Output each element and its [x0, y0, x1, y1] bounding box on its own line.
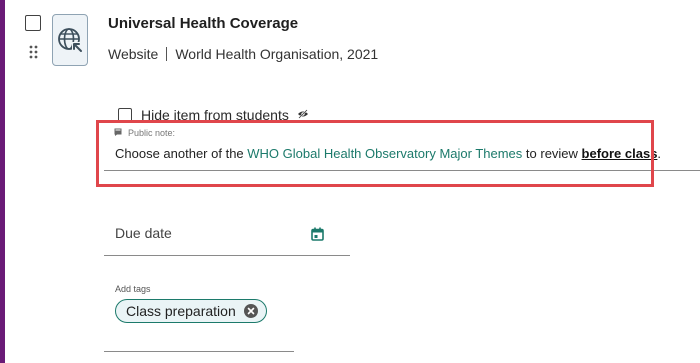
note-icon — [114, 128, 122, 138]
hide-item-label: Hide item from students — [141, 107, 289, 123]
resource-meta: Website World Health Organisation, 2021 — [108, 46, 378, 62]
note-text-middle: to review — [522, 146, 582, 161]
eye-off-icon — [297, 106, 309, 124]
public-note-label: Public note: — [128, 128, 176, 138]
resource-type: Website — [108, 46, 159, 62]
hide-item-row[interactable]: Hide item from students — [118, 106, 309, 124]
who-themes-link[interactable]: WHO Global Health Observatory Major Them… — [247, 146, 522, 161]
meta-divider — [166, 47, 168, 61]
drag-handle-icon[interactable] — [29, 45, 39, 59]
note-text-after: . — [657, 146, 662, 161]
resource-title[interactable]: Universal Health Coverage — [108, 15, 298, 32]
select-item-checkbox[interactable] — [25, 15, 41, 31]
note-bold-text: before class — [581, 146, 658, 161]
tags-input-underline[interactable] — [104, 351, 294, 352]
due-date-field[interactable]: Due date — [104, 215, 350, 256]
add-tags-label: Add tags — [115, 284, 151, 294]
tag-chip[interactable]: Class preparation — [115, 299, 267, 323]
public-note-field[interactable]: Public note: Choose another of the WHO G… — [104, 128, 700, 171]
public-note-label-row: Public note: — [114, 128, 175, 138]
close-circle-icon[interactable] — [243, 304, 258, 318]
due-date-placeholder: Due date — [115, 225, 172, 241]
globe-link-icon — [58, 28, 83, 53]
calendar-icon[interactable] — [311, 227, 324, 246]
tag-chip-label: Class preparation — [126, 303, 236, 319]
accent-bar — [0, 0, 5, 363]
resource-type-thumbnail — [52, 14, 88, 66]
resource-source: World Health Organisation, 2021 — [175, 46, 379, 62]
note-text-before: Choose another of the — [115, 146, 248, 161]
hide-item-checkbox[interactable] — [118, 108, 132, 122]
public-note-text: Choose another of the WHO Global Health … — [115, 146, 661, 161]
